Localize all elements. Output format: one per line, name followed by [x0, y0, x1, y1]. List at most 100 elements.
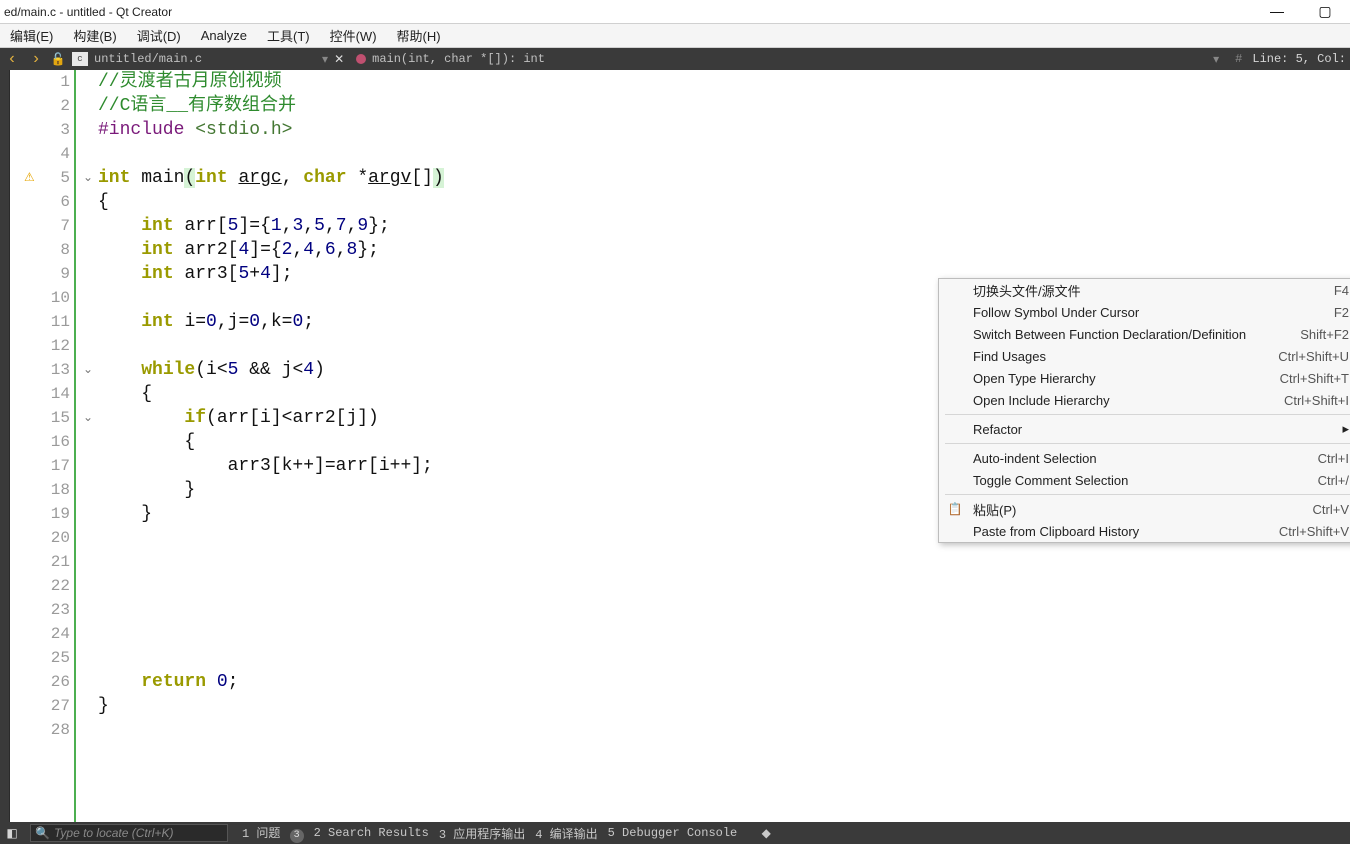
line-number[interactable]: 14	[10, 382, 74, 406]
code-line[interactable]	[98, 142, 1350, 166]
context-menu-item[interactable]: Refactor▸	[939, 418, 1350, 440]
context-menu-item[interactable]: 切换头文件/源文件F4	[939, 279, 1350, 301]
code-line[interactable]	[98, 574, 1350, 598]
line-number[interactable]: 5	[10, 166, 74, 190]
line-number[interactable]: 2	[10, 94, 74, 118]
context-menu-shortcut: Ctrl+Shift+T	[1280, 371, 1349, 386]
nav-forward-button[interactable]: ›	[24, 48, 48, 70]
context-menu-item[interactable]: Auto-indent SelectionCtrl+I	[939, 447, 1350, 469]
line-number[interactable]: 22	[10, 574, 74, 598]
context-menu-shortcut: Shift+F2	[1300, 327, 1349, 342]
code-line[interactable]	[98, 622, 1350, 646]
context-menu-shortcut: Ctrl+Shift+I	[1284, 393, 1349, 408]
context-menu-item[interactable]: Toggle Comment SelectionCtrl+/	[939, 469, 1350, 491]
minimize-button[interactable]: —	[1262, 3, 1292, 20]
maximize-button[interactable]: ▢	[1310, 3, 1340, 20]
context-menu-item[interactable]: Follow Symbol Under CursorF2	[939, 301, 1350, 323]
window-buttons: — ▢	[1262, 3, 1340, 20]
context-menu-item[interactable]: Paste from Clipboard HistoryCtrl+Shift+V	[939, 520, 1350, 542]
line-number[interactable]: 27	[10, 694, 74, 718]
line-number[interactable]: 19	[10, 502, 74, 526]
context-menu-item[interactable]: Open Include HierarchyCtrl+Shift+I	[939, 389, 1350, 411]
line-number[interactable]: 11	[10, 310, 74, 334]
code-line[interactable]	[98, 550, 1350, 574]
code-line[interactable]	[98, 646, 1350, 670]
locator-input[interactable]: 🔍 Type to locate (Ctrl+K)	[30, 824, 228, 842]
line-number[interactable]: 25	[10, 646, 74, 670]
menu-widgets[interactable]: 控件(W)	[326, 24, 381, 47]
line-number[interactable]: 6	[10, 190, 74, 214]
line-number[interactable]: 8	[10, 238, 74, 262]
context-menu-shortcut: Ctrl+Shift+U	[1278, 349, 1349, 364]
code-line[interactable]: int arr2[4]={2,4,6,8};	[98, 238, 1350, 262]
line-number[interactable]: 7	[10, 214, 74, 238]
context-menu-item[interactable]: Switch Between Function Declaration/Defi…	[939, 323, 1350, 345]
line-number[interactable]: 16	[10, 430, 74, 454]
line-number[interactable]: 28	[10, 718, 74, 742]
line-number[interactable]: 17	[10, 454, 74, 478]
code-line[interactable]	[98, 598, 1350, 622]
tab-compile-output[interactable]: 4 编译输出	[535, 825, 597, 842]
tab-search-results[interactable]: 2 Search Results	[314, 826, 429, 840]
tab-app-output[interactable]: 3 应用程序输出	[439, 825, 525, 842]
code-line[interactable]: {	[98, 190, 1350, 214]
chevron-down-icon[interactable]: ▾	[1213, 52, 1219, 67]
fold-border	[74, 70, 76, 822]
tab-issues[interactable]: 1 问题 3	[242, 824, 304, 843]
close-file-icon[interactable]: ✕	[334, 52, 344, 67]
line-number[interactable]: 1	[10, 70, 74, 94]
function-signature[interactable]: main(int, char *[]): int	[372, 52, 545, 66]
menu-analyze[interactable]: Analyze	[197, 26, 251, 45]
lock-icon[interactable]: 🔓	[48, 48, 68, 70]
code-line[interactable]: //灵渡者古月原创视频	[98, 70, 1350, 94]
line-number[interactable]: 23	[10, 598, 74, 622]
fold-toggle-icon[interactable]: ⌄	[80, 166, 96, 190]
fold-toggle-icon[interactable]: ⌄	[80, 406, 96, 430]
code-editor[interactable]: 1234567891011121314151617181920212223242…	[10, 70, 1350, 822]
line-number[interactable]: 20	[10, 526, 74, 550]
line-number[interactable]: 26	[10, 670, 74, 694]
search-icon: 🔍	[35, 826, 50, 840]
chevron-down-icon[interactable]: ▾	[322, 52, 328, 67]
context-menu-label: Open Include Hierarchy	[973, 393, 1284, 408]
context-menu-item[interactable]: Find UsagesCtrl+Shift+U	[939, 345, 1350, 367]
line-number[interactable]: 12	[10, 334, 74, 358]
context-menu-shortcut: Ctrl+V	[1313, 502, 1349, 517]
context-menu-shortcut: Ctrl+/	[1318, 473, 1349, 488]
line-number[interactable]: 18	[10, 478, 74, 502]
context-menu-item[interactable]: Open Type HierarchyCtrl+Shift+T	[939, 367, 1350, 389]
line-number[interactable]: 24	[10, 622, 74, 646]
code-line[interactable]: int arr[5]={1,3,5,7,9};	[98, 214, 1350, 238]
line-number[interactable]: 13	[10, 358, 74, 382]
line-number[interactable]: 3	[10, 118, 74, 142]
line-number[interactable]: 15	[10, 406, 74, 430]
menu-tools[interactable]: 工具(T)	[263, 24, 314, 47]
line-number[interactable]: 4	[10, 142, 74, 166]
tab-debugger-console[interactable]: 5 Debugger Console	[608, 826, 738, 840]
toggle-sidebar-button[interactable]: ◧	[0, 822, 24, 844]
fold-toggle-icon[interactable]: ⌄	[80, 358, 96, 382]
tabs-expand-icon[interactable]: ◆	[747, 826, 771, 841]
code-line[interactable]: //C语言__有序数组合并	[98, 94, 1350, 118]
file-path[interactable]: untitled/main.c	[94, 52, 202, 66]
column-marker-icon[interactable]: #	[1235, 52, 1242, 66]
code-line[interactable]: return 0;	[98, 670, 1350, 694]
context-menu-item[interactable]: 📋粘贴(P)Ctrl+V	[939, 498, 1350, 520]
menu-help[interactable]: 帮助(H)	[393, 24, 445, 47]
menu-debug[interactable]: 调试(D)	[133, 24, 185, 47]
context-menu-label: Open Type Hierarchy	[973, 371, 1280, 386]
code-line[interactable]: }	[98, 694, 1350, 718]
context-menu-separator	[945, 414, 1350, 415]
paste-icon: 📋	[947, 501, 963, 517]
code-line[interactable]: int main(int argc, char *argv[])	[98, 166, 1350, 190]
menu-build[interactable]: 构建(B)	[69, 24, 120, 47]
code-line[interactable]: #include <stdio.h>	[98, 118, 1350, 142]
line-number[interactable]: 9	[10, 262, 74, 286]
code-line[interactable]	[98, 718, 1350, 742]
menu-edit[interactable]: 编辑(E)	[6, 24, 57, 47]
line-number[interactable]: 10	[10, 286, 74, 310]
line-number[interactable]: 21	[10, 550, 74, 574]
nav-back-button[interactable]: ‹	[0, 48, 24, 70]
line-number-gutter[interactable]: 1234567891011121314151617181920212223242…	[10, 70, 74, 822]
context-menu-shortcut: Ctrl+Shift+V	[1279, 524, 1349, 539]
